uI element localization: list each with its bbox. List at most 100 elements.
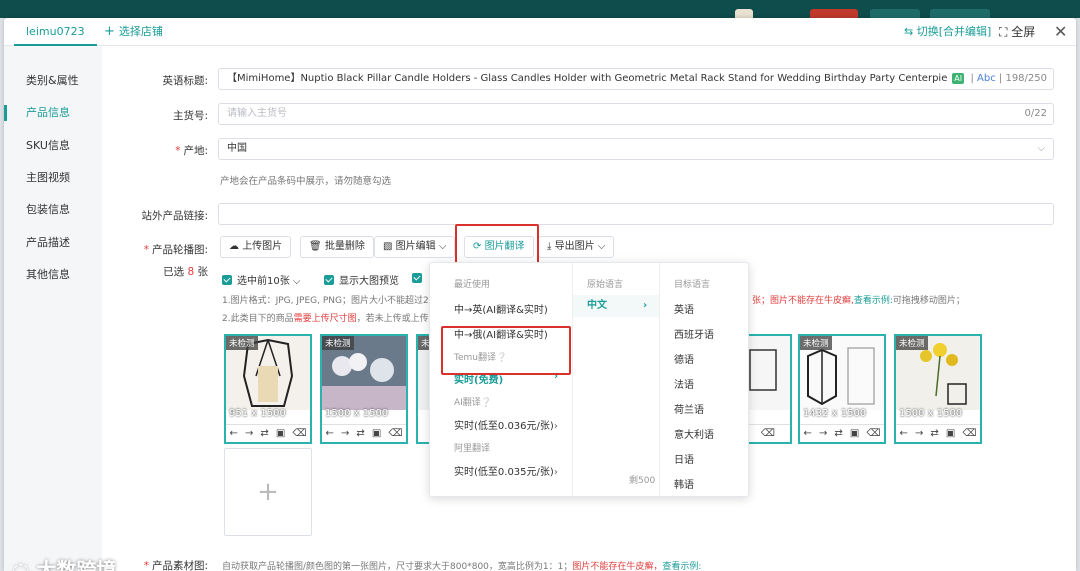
material-label: * 产品素材图: bbox=[108, 558, 208, 571]
carousel-thumb[interactable]: 未检测 1500 x 1500 ← → ⇄ ▣ ⌫ bbox=[320, 334, 408, 444]
origin-select[interactable]: 中国 ⌵ bbox=[218, 138, 1054, 160]
material-example-link[interactable]: 查看示例: bbox=[662, 562, 701, 571]
size-note-red: 需要上传尺寸图 bbox=[293, 314, 357, 324]
export-image-button[interactable]: ⤓ 导出图片 ⌵ bbox=[538, 236, 615, 258]
view-example-link[interactable]: 查看示例: bbox=[854, 296, 893, 306]
ai-icon[interactable]: AI bbox=[952, 73, 965, 84]
ali-realtime-label: 实时(低至0.035元/张) bbox=[454, 467, 554, 478]
section-sidebar: 类别&属性 产品信息 SKU信息 主图视频 包装信息 产品描述 其他信息 bbox=[4, 46, 102, 571]
item-no-label: 主货号: bbox=[172, 110, 208, 122]
select-top10-checkbox[interactable]: 选中前10张 ⌵ bbox=[222, 272, 301, 287]
sidebar-item-other[interactable]: 其他信息 bbox=[4, 264, 102, 286]
sidebar-item-product-info[interactable]: 产品信息 bbox=[4, 102, 102, 124]
select-shop-button[interactable]: + 选择店铺 bbox=[104, 18, 163, 46]
swap-icon[interactable]: ⇄ bbox=[356, 428, 364, 439]
english-title-input[interactable]: 【MimiHome】Nuptio Black Pillar Candle Hol… bbox=[218, 68, 1054, 90]
close-button[interactable]: ✕ bbox=[1054, 18, 1067, 46]
unchecked-tag: 未检测 bbox=[800, 336, 832, 350]
format-note-tail: 张；图片不能存在牛皮癣,查看示例:可拖拽移动图片； bbox=[752, 293, 965, 306]
chevron-down-icon: ⌵ bbox=[597, 241, 606, 252]
batch-delete-button[interactable]: 🗑 批量删除 bbox=[300, 236, 374, 258]
show-preview-checkbox[interactable]: 显示大图预览 bbox=[324, 272, 399, 287]
target-italian[interactable]: 意大利语 bbox=[674, 426, 714, 441]
carousel-thumb[interactable]: 未检测 1500 x 1500 ← → ⇄ ▣ ⌫ bbox=[894, 334, 982, 444]
temu-realtime-label: 实时(免费) bbox=[454, 375, 504, 386]
source-chinese-item[interactable]: 中文 › bbox=[573, 295, 659, 317]
ai-heading: AI翻译❔ bbox=[454, 395, 492, 408]
trash-icon[interactable]: ⌫ bbox=[292, 428, 306, 439]
ali-realtime-item[interactable]: 实时(低至0.035元/张)› bbox=[454, 463, 558, 478]
upload-image-button[interactable]: ☁ 上传图片 bbox=[220, 236, 292, 258]
recent-zh-en-item[interactable]: 中→英(AI翻译&实时) bbox=[454, 301, 548, 316]
chevron-down-icon: ⌵ bbox=[292, 276, 301, 287]
switch-merge-edit-button[interactable]: ⇆ 切换[合并编辑] bbox=[904, 18, 991, 46]
target-dutch[interactable]: 荷兰语 bbox=[674, 401, 704, 416]
sidebar-item-description[interactable]: 产品描述 bbox=[4, 232, 102, 254]
arrow-left-icon[interactable]: ← bbox=[804, 428, 812, 439]
trash-icon[interactable]: ⌫ bbox=[761, 428, 775, 439]
abc-spellcheck-icon[interactable]: Abc bbox=[977, 73, 996, 84]
arrow-right-icon[interactable]: → bbox=[245, 428, 253, 439]
image-edit-button[interactable]: ▧ 图片编辑 ⌵ bbox=[374, 236, 456, 258]
checkbox-checked-icon bbox=[222, 275, 232, 285]
arrow-right-icon[interactable]: → bbox=[819, 428, 827, 439]
fullscreen-button[interactable]: ⛶ 全屏 bbox=[999, 18, 1035, 46]
select-top10-label: 选中前10张 bbox=[237, 276, 290, 287]
trash-icon[interactable]: ⌫ bbox=[388, 428, 402, 439]
external-link-input[interactable] bbox=[218, 203, 1054, 225]
item-no-input[interactable]: 请输入主货号 0/22 bbox=[218, 103, 1054, 125]
swap-icon[interactable]: ⇄ bbox=[260, 428, 268, 439]
origin-label-text: 产地: bbox=[183, 145, 208, 157]
carousel-thumb[interactable]: 未检测 1432 x 1500 ← → ⇄ ▣ ⌫ bbox=[798, 334, 886, 444]
image-icon[interactable]: ▣ bbox=[946, 428, 955, 439]
arrow-left-icon[interactable]: ← bbox=[326, 428, 334, 439]
carousel-thumb[interactable]: 未检测 951 x 1500 ← → ⇄ ▣ ⌫ bbox=[224, 334, 312, 444]
arrow-right-icon[interactable]: → bbox=[341, 428, 349, 439]
sidebar-item-category[interactable]: 类别&属性 bbox=[4, 70, 102, 92]
item-no-counter: 0/22 bbox=[1020, 104, 1047, 124]
target-german[interactable]: 德语 bbox=[674, 351, 694, 366]
target-japanese[interactable]: 日语 bbox=[674, 451, 694, 466]
source-heading: 原始语言 bbox=[587, 280, 624, 290]
image-icon[interactable]: ▣ bbox=[850, 428, 859, 439]
origin-label: * 产地: bbox=[108, 143, 208, 158]
arrow-right-icon[interactable]: → bbox=[915, 428, 923, 439]
tab-bar: leimu0723 + 选择店铺 ⇆ 切换[合并编辑] ⛶ 全屏 ✕ bbox=[4, 18, 1076, 46]
sidebar-item-video[interactable]: 主图视频 bbox=[4, 167, 102, 189]
tab-shop-leimu[interactable]: leimu0723 bbox=[14, 18, 97, 46]
swap-icon[interactable]: ⇄ bbox=[930, 428, 938, 439]
sidebar-item-package[interactable]: 包装信息 bbox=[4, 199, 102, 221]
ai-realtime-item[interactable]: 实时(低至0.036元/张)› bbox=[454, 417, 558, 432]
ai-realtime-label: 实时(低至0.036元/张) bbox=[454, 421, 554, 432]
source-chinese-label: 中文 bbox=[587, 300, 607, 311]
download-icon: ⤓ bbox=[547, 241, 555, 252]
target-english[interactable]: 英语 bbox=[674, 301, 694, 316]
image-icon[interactable]: ▣ bbox=[372, 428, 381, 439]
target-korean[interactable]: 韩语 bbox=[674, 476, 694, 491]
trash-icon[interactable]: ⌫ bbox=[962, 428, 976, 439]
arrow-left-icon[interactable]: ← bbox=[230, 428, 238, 439]
remaining-count: 剩500 bbox=[629, 476, 656, 486]
trash-icon[interactable]: ⌫ bbox=[866, 428, 880, 439]
size-chart-note: 2.此类目下的商品需要上传尺寸图，若未上传或上传错 bbox=[222, 311, 438, 324]
swap-icon[interactable]: ⇄ bbox=[834, 428, 842, 439]
arrow-left-icon[interactable]: ← bbox=[900, 428, 908, 439]
sidebar-item-sku[interactable]: SKU信息 bbox=[4, 135, 102, 157]
title-char-count: 198/250 bbox=[1005, 73, 1047, 84]
extra-checkbox[interactable] bbox=[412, 272, 427, 285]
external-link-label: 站外产品链接: bbox=[141, 210, 208, 222]
export-label: 导出图片 bbox=[554, 241, 595, 252]
add-image-button[interactable]: + bbox=[224, 448, 312, 536]
image-edit-label: 图片编辑 bbox=[395, 241, 436, 252]
fullscreen-label: 全屏 bbox=[1011, 25, 1036, 39]
image-icon[interactable]: ▣ bbox=[276, 428, 285, 439]
image-icon: ▧ bbox=[383, 241, 396, 252]
chevron-down-icon: ⌵ bbox=[438, 241, 447, 252]
target-french[interactable]: 法语 bbox=[674, 376, 694, 391]
required-mark: * bbox=[143, 560, 149, 571]
top-red-tab bbox=[810, 9, 858, 18]
image-dimension: 1432 x 1500 bbox=[803, 408, 867, 419]
recent-heading: 最近使用 bbox=[454, 280, 491, 290]
target-spanish[interactable]: 西班牙语 bbox=[674, 326, 714, 341]
chevron-right-icon: › bbox=[643, 300, 648, 311]
